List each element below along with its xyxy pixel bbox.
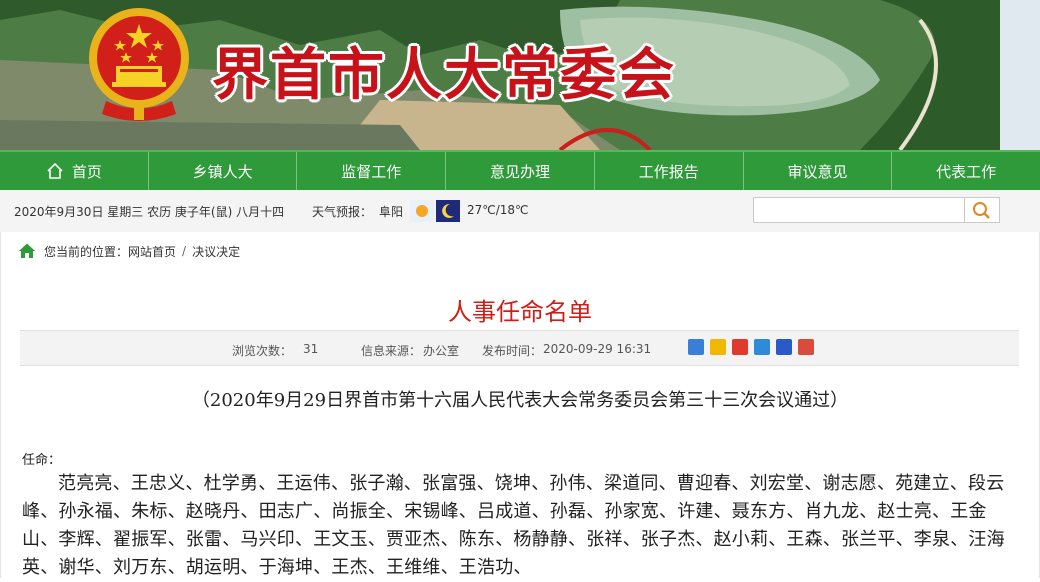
current-date: 2020年9月30日 星期三 农历 庚子年(鼠) 八月十四 [14, 205, 285, 219]
home-icon [19, 243, 35, 258]
publish-time-label: 发布时间： [482, 344, 543, 358]
views-label: 浏览次数： [232, 344, 293, 358]
appoint-label: 任命： [22, 453, 62, 468]
search-input[interactable] [753, 197, 965, 223]
article-title: 人事任命名单 [448, 298, 592, 326]
nav-item-opinion-handling[interactable]: 意见办理 [446, 152, 595, 190]
share-plus-icon[interactable] [688, 339, 704, 355]
breadcrumb-prefix: 您当前的位置： [44, 244, 129, 259]
breadcrumb-home-link[interactable]: 网站首页 [128, 243, 176, 260]
appointee-names: 范亮亮、王忠义、杜学勇、王运伟、张子瀚、张富强、饶坤、孙伟、梁道同、曹迎春、刘宏… [22, 473, 1005, 578]
nav-item-review-opinion[interactable]: 审议意见 [744, 152, 893, 190]
main-nav: 首页 乡镇人大 监督工作 意见办理 工作报告 审议意见 代表工作 [0, 150, 1040, 190]
nav-item-label: 意见办理 [490, 162, 551, 181]
article-meta: 浏览次数： 31 信息来源： 办公室 发布时间： 2020-09-29 16:3… [20, 330, 1019, 366]
nav-item-township-congress[interactable]: 乡镇人大 [149, 152, 298, 190]
share-kaixin-icon[interactable] [798, 339, 814, 355]
search-icon [973, 202, 990, 219]
nav-item-label: 首页 [71, 162, 102, 181]
site-title: 界首市人大常委会 [212, 42, 676, 108]
nav-item-label: 乡镇人大 [192, 162, 253, 181]
search-button[interactable] [964, 197, 1000, 223]
nav-item-label: 工作报告 [638, 162, 699, 181]
views-count: 31 [303, 342, 319, 356]
article-subtitle: （2020年9月29日界首市第十六届人民代表大会常务委员会第三十三次会议通过） [191, 390, 849, 411]
weather-sun-moon-icon [410, 200, 460, 222]
share-tencent-icon[interactable] [754, 339, 770, 355]
nav-item-label: 审议意见 [787, 162, 848, 181]
weather-temperature: 27℃/18℃ [467, 203, 529, 217]
breadcrumb: 您当前的位置： 网站首页 / 决议决定 [18, 242, 240, 260]
source-label: 信息来源： [361, 344, 422, 358]
share-weibo-icon[interactable] [732, 339, 748, 355]
nav-item-deputy-work[interactable]: 代表工作 [892, 152, 1040, 190]
nav-item-supervision[interactable]: 监督工作 [297, 152, 447, 190]
weather-city: 阜阳 [379, 205, 404, 219]
breadcrumb-current-link[interactable]: 决议决定 [192, 243, 240, 260]
nav-item-label: 监督工作 [341, 162, 402, 181]
home-icon [47, 162, 63, 179]
weather-label: 天气预报： [312, 205, 373, 219]
nav-item-work-report[interactable]: 工作报告 [595, 152, 744, 190]
share-qzone-icon[interactable] [710, 339, 726, 355]
nav-item-label: 代表工作 [936, 162, 997, 181]
source-value: 办公室 [423, 344, 460, 358]
header-banner: 界首市人大常委会 [0, 0, 1000, 150]
share-renren-icon[interactable] [776, 339, 792, 355]
publish-time-value: 2020-09-29 16:31 [543, 342, 652, 356]
breadcrumb-separator: / [182, 244, 187, 258]
national-emblem [89, 8, 189, 121]
nav-item-home[interactable]: 首页 [0, 152, 149, 190]
banner-right-strip [1000, 0, 1040, 150]
